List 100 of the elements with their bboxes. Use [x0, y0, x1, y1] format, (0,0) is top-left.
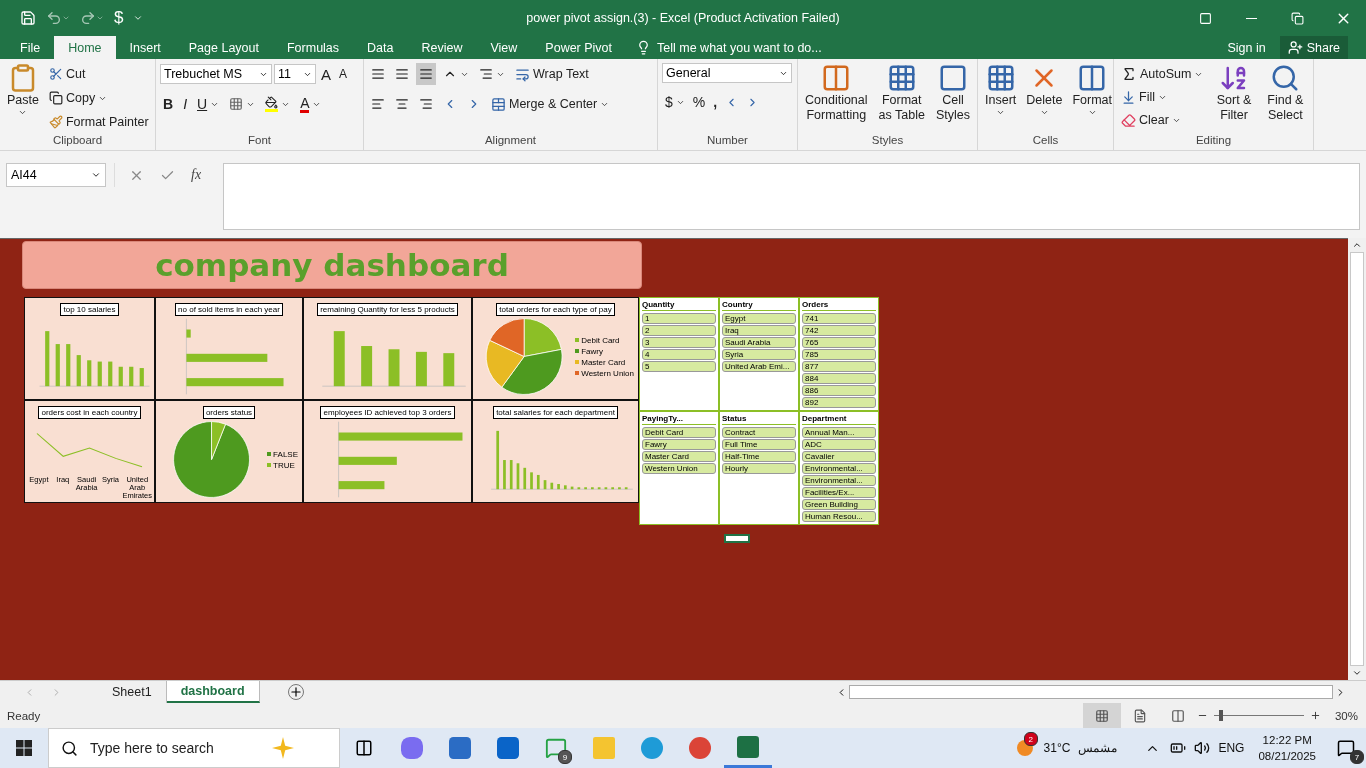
- slicer-item[interactable]: Debit Card: [642, 427, 716, 438]
- slicer-item[interactable]: 785: [802, 349, 876, 360]
- ribbon-tab[interactable]: Data: [353, 36, 408, 59]
- cell-styles-button[interactable]: Cell Styles: [932, 63, 973, 134]
- scroll-up-icon[interactable]: [1352, 240, 1362, 250]
- tell-me-field[interactable]: Tell me what you want to do...: [655, 39, 900, 56]
- slicer-item[interactable]: Egypt: [722, 313, 796, 324]
- language-indicator[interactable]: ENG: [1214, 741, 1249, 755]
- font-name-dropdown[interactable]: Trebuchet MS: [160, 64, 272, 84]
- notification-center-button[interactable]: 7: [1326, 728, 1366, 768]
- volume-icon[interactable]: [1194, 740, 1211, 756]
- bottom-align-button[interactable]: [416, 63, 436, 85]
- slicer-item[interactable]: Hourly: [722, 463, 796, 474]
- percent-button[interactable]: %: [689, 91, 709, 113]
- currency-format-button[interactable]: $: [662, 91, 688, 113]
- battery-icon[interactable]: [1170, 740, 1187, 756]
- clock[interactable]: 12:22 PM 08/21/2025: [1248, 732, 1326, 764]
- sort-filter-button[interactable]: Sort & Filter: [1210, 63, 1258, 134]
- slicer-item[interactable]: Syria: [722, 349, 796, 360]
- slicer-item[interactable]: Annual Man...: [802, 427, 876, 438]
- sign-in-link[interactable]: Sign in: [1221, 36, 1272, 59]
- currency-button[interactable]: $: [110, 3, 128, 33]
- caret-icon: [133, 13, 144, 23]
- slicer-item[interactable]: 884: [802, 373, 876, 384]
- search-field[interactable]: Type here to search: [88, 739, 262, 757]
- comma-button[interactable]: ,: [710, 91, 721, 113]
- slicer-item[interactable]: Cavalier: [802, 451, 876, 462]
- slicer-item[interactable]: United Arab Emi...: [722, 361, 796, 372]
- slicer-item[interactable]: Contract: [722, 427, 796, 438]
- delete-cells-button[interactable]: Delete: [1023, 63, 1066, 134]
- weather-button[interactable]: 2: [1009, 728, 1040, 768]
- number-format-dropdown[interactable]: General: [662, 63, 792, 83]
- ribbon-tab[interactable]: View: [476, 36, 532, 59]
- slicer-item[interactable]: 741: [802, 313, 876, 324]
- search-bar[interactable]: Type here to search: [48, 728, 340, 768]
- normal-view-button[interactable]: [1082, 703, 1121, 728]
- slicer-item[interactable]: 742: [802, 325, 876, 336]
- slicer-item[interactable]: 2: [642, 325, 716, 336]
- paste-button[interactable]: Paste: [4, 63, 42, 134]
- slicer-item[interactable]: 5: [642, 361, 716, 372]
- slicer-item[interactable]: Human Resou...: [802, 511, 876, 522]
- slicer-item[interactable]: Facilities/Ex...: [802, 487, 876, 498]
- shrink-font-button[interactable]: A: [336, 63, 351, 85]
- slicer-item[interactable]: ADC: [802, 439, 876, 450]
- ribbon-tab[interactable]: Review: [407, 36, 477, 59]
- autosum-button[interactable]: AutoSum: [1118, 63, 1207, 85]
- vertical-scrollbar[interactable]: [1348, 238, 1366, 680]
- copy-button[interactable]: Copy: [45, 87, 152, 109]
- sheet-tab[interactable]: dashboard: [166, 681, 260, 703]
- slicer-item[interactable]: 892: [802, 397, 876, 408]
- format-cells-button[interactable]: Format: [1069, 63, 1115, 134]
- ribbon-tab[interactable]: Formulas: [272, 36, 354, 59]
- fill-button[interactable]: Fill: [1118, 86, 1207, 108]
- bold-button[interactable]: B: [160, 93, 177, 115]
- slicer-item[interactable]: Green Building: [802, 499, 876, 510]
- formula-input[interactable]: [223, 163, 1360, 230]
- slicer-item[interactable]: Environmental...: [802, 463, 876, 474]
- format-painter-button[interactable]: Format Painter: [45, 111, 152, 133]
- slicer-item[interactable]: Master Card: [642, 451, 716, 462]
- underline-button[interactable]: U: [194, 93, 223, 115]
- slicer-item[interactable]: 886: [802, 385, 876, 396]
- slicer-item[interactable]: 1: [642, 313, 716, 324]
- format-as-table-button[interactable]: Format as Table: [874, 63, 929, 134]
- clear-button[interactable]: Clear: [1118, 109, 1207, 131]
- cut-button[interactable]: Cut: [45, 63, 152, 85]
- italic-button[interactable]: I: [180, 93, 190, 115]
- horizontal-scrollbar[interactable]: [836, 685, 1346, 699]
- slicer-item[interactable]: Half-Time: [722, 451, 796, 462]
- slicer-item[interactable]: Western Union: [642, 463, 716, 474]
- ribbon-tab[interactable]: Page Layout: [174, 36, 273, 59]
- font-color-button[interactable]: A: [297, 93, 325, 115]
- font-size-dropdown[interactable]: 11: [274, 64, 316, 84]
- chart-title: employees ID achieved top 3 orders: [320, 406, 455, 419]
- slicer-item[interactable]: 765: [802, 337, 876, 348]
- ribbon-tab[interactable]: File: [6, 36, 55, 59]
- taskbar-app-button[interactable]: 9: [532, 728, 580, 768]
- slicer-item[interactable]: Iraq: [722, 325, 796, 336]
- ribbon-tab[interactable]: Insert: [115, 36, 175, 59]
- scroll-down-icon[interactable]: [1352, 668, 1362, 678]
- find-select-button[interactable]: Find & Select: [1261, 63, 1309, 134]
- share-button[interactable]: Share: [1279, 36, 1348, 59]
- insert-function-button[interactable]: fx: [191, 167, 202, 183]
- caret-icon: [1087, 108, 1097, 117]
- merge-center-button[interactable]: Merge & Center: [488, 93, 613, 115]
- slicer-item[interactable]: 4: [642, 349, 716, 360]
- grow-font-button[interactable]: A: [318, 63, 334, 85]
- slicer-item[interactable]: Fawry: [642, 439, 716, 450]
- slicer-item[interactable]: 877: [802, 361, 876, 372]
- slicer-item[interactable]: Environmental...: [802, 475, 876, 486]
- slicer-item[interactable]: 3: [642, 337, 716, 348]
- slicer-item[interactable]: Full Time: [722, 439, 796, 450]
- zoom-level[interactable]: 30%: [1320, 709, 1366, 722]
- ribbon-tab[interactable]: Power Pivot: [531, 36, 627, 59]
- name-box[interactable]: AI44: [6, 163, 106, 187]
- conditional-formatting-button[interactable]: Conditional Formatting: [802, 63, 871, 134]
- slicer-item[interactable]: Saudi Arabia: [722, 337, 796, 348]
- ribbon-tab[interactable]: Home: [54, 36, 116, 59]
- insert-cells-button[interactable]: Insert: [982, 63, 1020, 134]
- wrap-text-button[interactable]: Wrap Text: [512, 63, 592, 85]
- zoom-in-icon[interactable]: [1309, 710, 1321, 721]
